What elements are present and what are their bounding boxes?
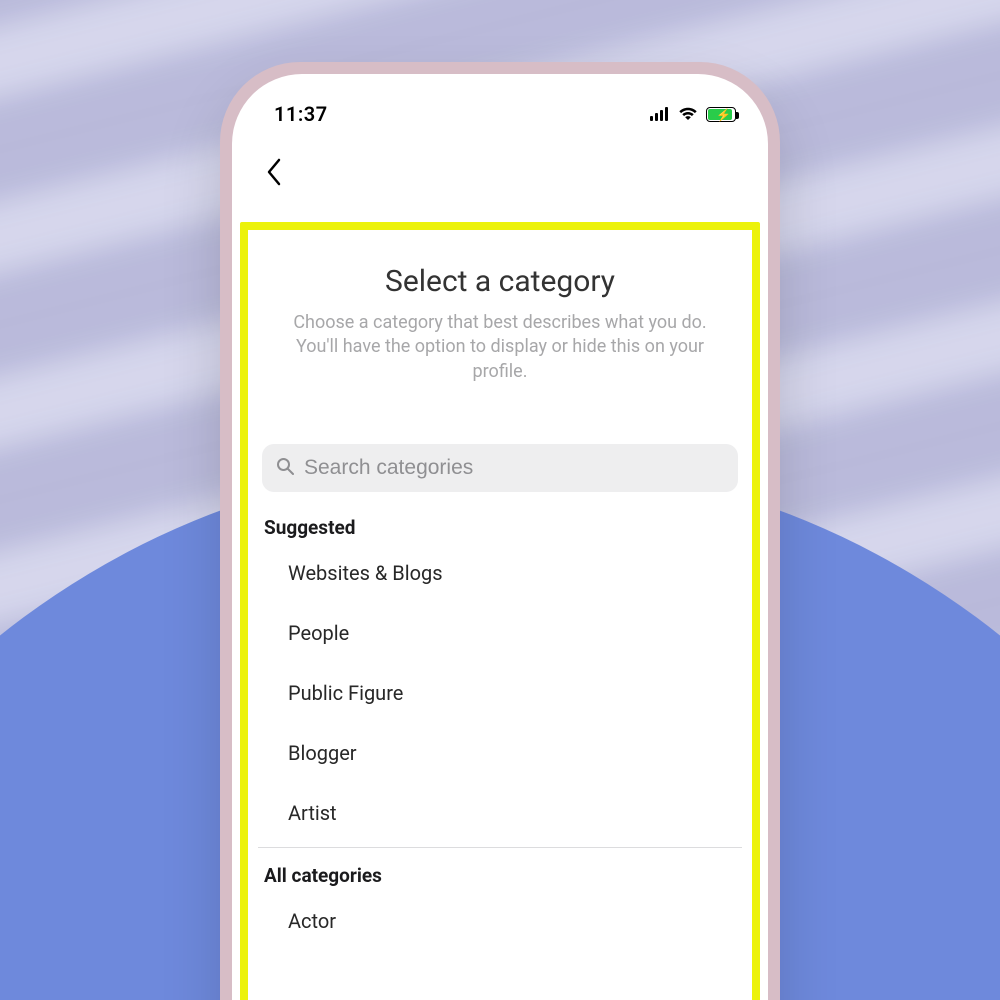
category-item[interactable]: People [258, 603, 742, 663]
chevron-left-icon [266, 158, 282, 186]
promo-background: 11:37 [0, 0, 1000, 1000]
search-input[interactable] [304, 456, 724, 480]
category-item[interactable]: Actor [258, 891, 742, 951]
search-icon [276, 457, 294, 479]
back-button[interactable] [254, 152, 294, 192]
page-subtitle: Choose a category that best describes wh… [258, 311, 742, 384]
phone-frame: 11:37 [220, 62, 780, 1000]
phone-screen: 11:37 [232, 74, 768, 1000]
suggested-list: Websites & Blogs People Public Figure Bl… [258, 543, 742, 843]
section-label-suggested: Suggested [258, 510, 742, 543]
nav-bar [232, 144, 768, 200]
all-categories-list: Actor [258, 891, 742, 951]
highlighted-region: Select a category Choose a category that… [240, 222, 760, 1000]
battery-charging-icon: ⚡ [706, 107, 736, 122]
page-title: Select a category [258, 264, 742, 299]
section-label-all: All categories [258, 858, 742, 891]
section-divider [258, 847, 742, 848]
category-item[interactable]: Public Figure [258, 663, 742, 723]
status-time: 11:37 [274, 102, 328, 126]
status-indicators: ⚡ [650, 107, 736, 122]
search-field[interactable] [262, 444, 738, 492]
signal-icon [650, 107, 670, 121]
status-bar: 11:37 [232, 74, 768, 144]
wifi-icon [678, 107, 698, 121]
category-item[interactable]: Websites & Blogs [258, 543, 742, 603]
category-item[interactable]: Artist [258, 783, 742, 843]
category-item[interactable]: Blogger [258, 723, 742, 783]
